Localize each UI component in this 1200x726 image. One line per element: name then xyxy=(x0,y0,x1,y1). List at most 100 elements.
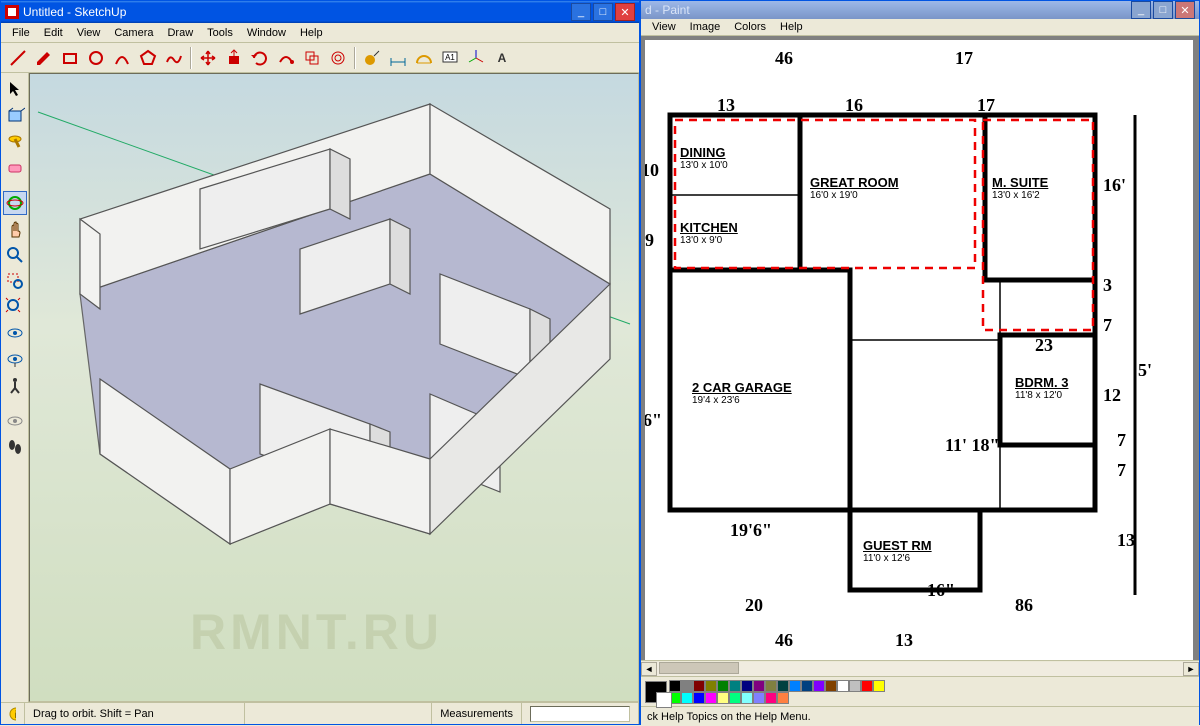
scroll-left-button[interactable]: ◄ xyxy=(641,662,657,676)
pan-tool[interactable] xyxy=(3,217,27,241)
palette-color[interactable] xyxy=(753,692,765,704)
zoom-tool[interactable] xyxy=(3,243,27,267)
palette-color[interactable] xyxy=(705,692,717,704)
palette-color[interactable] xyxy=(861,680,873,692)
paint-canvas[interactable]: DINING13'0 x 10'0GREAT ROOM16'0 x 19'0M.… xyxy=(645,40,1193,660)
tape-tool[interactable] xyxy=(360,46,384,70)
maximize-button[interactable]: □ xyxy=(593,3,613,21)
scroll-thumb[interactable] xyxy=(659,662,739,674)
3dtext-tool[interactable]: A xyxy=(490,46,514,70)
palette-color[interactable] xyxy=(801,680,813,692)
palette-color[interactable] xyxy=(693,680,705,692)
hand-annotation: 46 xyxy=(775,48,793,69)
shadow-tool[interactable] xyxy=(3,435,27,459)
dimension-tool[interactable] xyxy=(386,46,410,70)
menu-tools[interactable]: Tools xyxy=(200,25,240,41)
menu-window[interactable]: Window xyxy=(240,25,293,41)
menu-draw[interactable]: Draw xyxy=(160,25,200,41)
select-tool[interactable] xyxy=(3,77,27,101)
rotate-tool[interactable] xyxy=(248,46,272,70)
move-tool[interactable] xyxy=(196,46,220,70)
walk-tool[interactable] xyxy=(3,373,27,397)
palette-color[interactable] xyxy=(873,680,885,692)
paint-menu-colors[interactable]: Colors xyxy=(727,19,773,35)
scale-tool[interactable] xyxy=(300,46,324,70)
palette-color[interactable] xyxy=(825,680,837,692)
palette-color[interactable] xyxy=(741,680,753,692)
paint-minimize-button[interactable]: _ xyxy=(1131,1,1151,19)
palette-color[interactable] xyxy=(777,680,789,692)
paint-titlebar[interactable]: d - Paint _ □ ✕ xyxy=(641,1,1199,19)
palette-color[interactable] xyxy=(729,680,741,692)
menu-help[interactable]: Help xyxy=(293,25,330,41)
palette-color[interactable] xyxy=(753,680,765,692)
zoomext-tool[interactable] xyxy=(3,295,27,319)
palette-color[interactable] xyxy=(765,692,777,704)
palette-color[interactable] xyxy=(765,680,777,692)
svg-text:A1: A1 xyxy=(445,53,455,62)
hand-annotation: 11' 18" xyxy=(945,435,1000,456)
component-tool[interactable] xyxy=(3,103,27,127)
sketchup-statusbar: i Drag to orbit. Shift = Pan Measurement… xyxy=(1,702,639,724)
paint-canvas-area[interactable]: DINING13'0 x 10'0GREAT ROOM16'0 x 19'0M.… xyxy=(641,36,1199,660)
minimize-button[interactable]: _ xyxy=(571,3,591,21)
close-button[interactable]: ✕ xyxy=(615,3,635,21)
freehand-tool[interactable] xyxy=(162,46,186,70)
hand-annotation: 20 xyxy=(745,595,763,616)
offset-tool[interactable] xyxy=(326,46,350,70)
paint-tool[interactable] xyxy=(3,129,27,153)
line-tool[interactable] xyxy=(6,46,30,70)
palette-color[interactable] xyxy=(741,692,753,704)
paint-menu-view[interactable]: View xyxy=(645,19,683,35)
position-cam-tool[interactable] xyxy=(3,321,27,345)
scroll-right-button[interactable]: ► xyxy=(1183,662,1199,676)
rect-tool[interactable] xyxy=(58,46,82,70)
palette-color[interactable] xyxy=(705,680,717,692)
followme-tool[interactable] xyxy=(274,46,298,70)
status-hint: Drag to orbit. Shift = Pan xyxy=(25,703,245,724)
circle-tool[interactable] xyxy=(84,46,108,70)
palette-color[interactable] xyxy=(717,692,729,704)
polygon-tool[interactable] xyxy=(136,46,160,70)
palette-color[interactable] xyxy=(849,680,861,692)
sketchup-title: Untitled - SketchUp xyxy=(23,5,126,19)
paint-menu-image[interactable]: Image xyxy=(683,19,728,35)
room-label: DINING13'0 x 10'0 xyxy=(680,145,728,171)
palette-color[interactable] xyxy=(777,692,789,704)
zoomwin-tool[interactable] xyxy=(3,269,27,293)
section-tool[interactable] xyxy=(3,409,27,433)
arc-tool[interactable] xyxy=(110,46,134,70)
paint-maximize-button[interactable]: □ xyxy=(1153,1,1173,19)
menu-file[interactable]: File xyxy=(5,25,37,41)
room-label: GUEST RM11'0 x 12'6 xyxy=(863,538,932,564)
palette-color[interactable] xyxy=(681,680,693,692)
sketchup-titlebar[interactable]: Untitled - SketchUp _ □ ✕ xyxy=(1,1,639,23)
menu-view[interactable]: View xyxy=(70,25,108,41)
hand-annotation: 23'6" xyxy=(645,410,662,431)
menu-camera[interactable]: Camera xyxy=(107,25,160,41)
eraser-tool[interactable] xyxy=(3,155,27,179)
paint-menu-help[interactable]: Help xyxy=(773,19,810,35)
palette-color[interactable] xyxy=(837,680,849,692)
menu-edit[interactable]: Edit xyxy=(37,25,70,41)
sketchup-viewport[interactable]: RMNT.RU xyxy=(29,73,639,702)
palette-color[interactable] xyxy=(717,680,729,692)
palette-fg-bg[interactable] xyxy=(645,681,667,703)
palette-color[interactable] xyxy=(789,680,801,692)
paint-menubar: ViewImageColorsHelp xyxy=(641,19,1199,36)
pushpull-tool[interactable] xyxy=(222,46,246,70)
axes-tool[interactable] xyxy=(464,46,488,70)
look-tool[interactable] xyxy=(3,347,27,371)
palette-color[interactable] xyxy=(729,692,741,704)
palette-color[interactable] xyxy=(669,680,681,692)
palette-color[interactable] xyxy=(693,692,705,704)
protractor-tool[interactable] xyxy=(412,46,436,70)
text-tool[interactable]: A1 xyxy=(438,46,462,70)
measurements-input[interactable] xyxy=(530,706,630,722)
paint-hscroll[interactable]: ◄ ► xyxy=(641,660,1199,676)
paint-close-button[interactable]: ✕ xyxy=(1175,1,1195,19)
palette-color[interactable] xyxy=(681,692,693,704)
palette-color[interactable] xyxy=(813,680,825,692)
pencil-tool[interactable] xyxy=(32,46,56,70)
orbit-tool[interactable] xyxy=(3,191,27,215)
